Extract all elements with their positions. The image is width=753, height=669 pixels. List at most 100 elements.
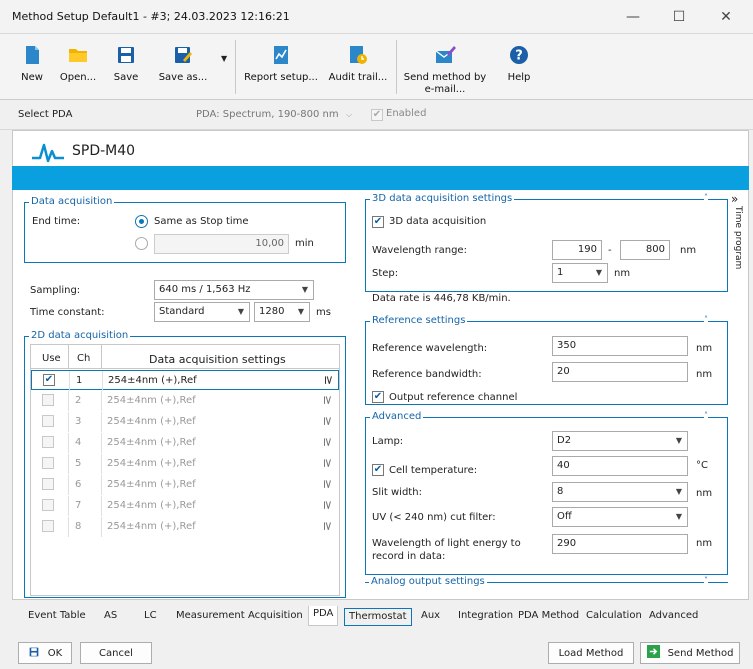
use-checkbox[interactable] [42,457,54,469]
table-row[interactable]: ✔ 1 254±4nm (+),Ref ≥ [31,370,339,391]
lamp-dropdown[interactable]: D2 ▼ [552,431,688,451]
save-button[interactable]: Save [110,34,142,98]
load-method-button[interactable]: Load Method [548,642,634,664]
table-row[interactable]: 6 254±4nm (+),Ref ≥ [31,475,339,495]
expand-row-icon[interactable]: ≥ [321,395,335,405]
collapse-reference-icon[interactable]: ˄ [704,315,708,324]
slit-width-dropdown[interactable]: 8 ▼ [552,482,688,502]
channel-number: 7 [75,500,82,511]
report-setup-button[interactable]: Report setup... [244,34,318,98]
use-checkbox[interactable] [42,436,54,448]
wavelength-to-input[interactable]: 800 [620,240,670,260]
expand-row-icon[interactable]: ≥ [321,479,335,489]
save-as-button[interactable]: Save as... [158,34,208,98]
cell-temperature-input[interactable]: 40 [552,456,688,476]
tab-thermostat[interactable]: Thermostat [344,608,412,626]
use-checkbox[interactable] [42,520,54,532]
light-energy-input[interactable]: 290 [552,534,688,554]
time-program-tab[interactable]: Time program [729,206,745,276]
table-row[interactable]: 8 254±4nm (+),Ref ≥ [31,517,339,537]
select-pda-dropdown[interactable]: PDA: Spectrum, 190-800 nm [196,109,339,120]
lamp-value: D2 [557,435,572,446]
uv-cut-filter-dropdown[interactable]: Off ▼ [552,507,688,527]
use-checkbox[interactable] [42,415,54,427]
channel-settings: 254±4nm (+),Ref [107,479,196,490]
tab-acquisition[interactable]: Acquisition [244,608,307,626]
column-divider [68,345,69,369]
close-button[interactable]: ✕ [703,0,749,34]
wavelength-from-input[interactable]: 190 [552,240,602,260]
tab-calculation[interactable]: Calculation [582,608,646,626]
save-as-dropdown-icon[interactable]: ▼ [221,54,227,63]
table-header: Use Ch Data acquisition settings [31,345,339,369]
light-energy-unit: nm [696,538,713,549]
collapse-advanced-icon[interactable]: ˄ [704,411,708,420]
tab-pda[interactable]: PDA [308,606,339,626]
same-as-stop-radio[interactable] [135,215,148,228]
help-button[interactable]: ? Help [502,34,536,98]
time-constant-ms-dropdown[interactable]: 1280 ▼ [254,302,310,322]
tab-aux[interactable]: Aux [417,608,444,626]
expand-row-icon[interactable]: ≥ [321,500,335,510]
ok-button[interactable]: OK [18,642,72,664]
data-rate-text: Data rate is 446,78 KB/min. [372,293,511,304]
tab-event-table[interactable]: Event Table [24,608,90,626]
send-method-button[interactable]: Send Method [640,642,740,664]
audit-trail-button[interactable]: Audit trail... [328,34,388,98]
select-pda-chevron-icon[interactable]: ⌵ [346,110,352,120]
expand-row-icon[interactable]: ≥ [321,458,335,468]
output-reference-checkbox[interactable]: ✔ [372,391,384,403]
chevron-down-icon: ▼ [675,512,682,521]
cell-temperature-checkbox[interactable]: ✔ [372,464,384,476]
table-row[interactable]: 4 254±4nm (+),Ref ≥ [31,433,339,453]
toolbar-separator [396,40,397,94]
send-method-email-button[interactable]: Send method by e-mail... [404,34,486,98]
wavelength-unit: nm [680,245,697,256]
uv-cut-filter-label: UV (< 240 nm) cut filter: [372,512,496,523]
open-button[interactable]: Open... [58,34,98,98]
device-banner [12,166,749,190]
end-time-custom-radio[interactable] [135,237,148,250]
expand-row-icon[interactable]: ≥ [321,416,335,426]
minimize-button[interactable]: — [610,0,656,34]
table-row[interactable]: 3 254±4nm (+),Ref ≥ [31,412,339,432]
tab-lc[interactable]: LC [140,608,161,626]
reference-bandwidth-unit: nm [696,369,713,380]
end-time-input[interactable]: 10,00 [154,234,289,254]
expand-row-icon[interactable]: ≥ [321,437,335,447]
table-row[interactable]: 7 254±4nm (+),Ref ≥ [31,496,339,516]
use-checkbox[interactable] [42,499,54,511]
3d-acquisition-checkbox[interactable]: ✔ [372,216,384,228]
table-row[interactable]: 2 254±4nm (+),Ref ≥ [31,391,339,411]
reference-wavelength-input[interactable]: 350 [552,336,688,356]
chevron-down-icon: ▼ [595,268,602,277]
audit-trail-label: Audit trail... [328,72,388,83]
expand-row-icon[interactable]: ≥ [321,521,335,531]
enabled-checkbox[interactable]: ✔ [371,109,383,121]
table-row[interactable]: 5 254±4nm (+),Ref ≥ [31,454,339,474]
time-constant-dropdown[interactable]: Standard ▼ [154,302,250,322]
tab-pda-method[interactable]: PDA Method [514,608,583,626]
expand-row-icon[interactable]: ≥ [322,375,336,385]
column-divider [101,475,102,495]
reference-bandwidth-input[interactable]: 20 [552,362,688,382]
time-program-expand-icon[interactable]: » [731,192,738,206]
sampling-dropdown[interactable]: 640 ms / 1,563 Hz ▼ [154,280,314,300]
floppy-disk-icon [115,44,137,66]
use-checkbox[interactable] [42,394,54,406]
cancel-button[interactable]: Cancel [80,642,152,664]
use-checkbox[interactable]: ✔ [43,374,55,386]
send-method-label: Send Method [667,647,734,659]
tab-integration[interactable]: Integration [454,608,517,626]
analog-output-title[interactable]: Analog output settings [369,576,487,587]
collapse-3d-icon[interactable]: ˄ [704,193,708,202]
tab-measurement[interactable]: Measurement [172,608,249,626]
maximize-button[interactable]: ☐ [656,0,702,34]
expand-analog-icon[interactable]: ˅ [704,576,708,585]
use-checkbox[interactable] [42,478,54,490]
tab-advanced[interactable]: Advanced [645,608,702,626]
channel-settings: 254±4nm (+),Ref [108,375,197,386]
tab-as[interactable]: AS [100,608,121,626]
new-button[interactable]: New [16,34,48,98]
step-dropdown[interactable]: 1 ▼ [552,263,608,283]
